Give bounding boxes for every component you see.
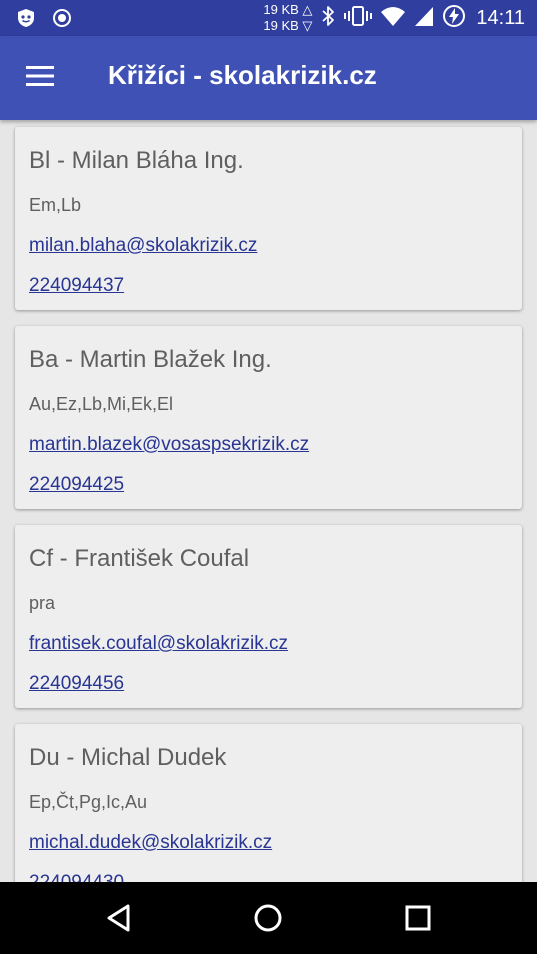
contact-card: Du - Michal Dudek Ep,Čt,Pg,Ic,Au michal.…: [15, 724, 522, 882]
contact-email-link[interactable]: martin.blazek@vosaspsekrizik.cz: [29, 434, 309, 456]
contact-card: Cf - František Coufal pra frantisek.couf…: [15, 525, 522, 708]
contact-name: Du - Michal Dudek: [29, 744, 227, 771]
contact-roles: Au,Ez,Lb,Mi,Ek,El: [29, 394, 174, 414]
contact-email-link[interactable]: michal.dudek@skolakrizik.cz: [29, 832, 272, 854]
contact-name: Ba - Martin Blažek Ing.: [29, 346, 272, 373]
contact-roles: pra: [29, 593, 56, 613]
shield-icon: [16, 8, 36, 33]
contact-name: Cf - František Coufal: [29, 545, 250, 572]
wifi-icon: [380, 5, 406, 32]
app-title: Křižíci - skolakrizik.cz: [108, 60, 377, 90]
app-bar: Křižíci - skolakrizik.cz: [0, 36, 537, 120]
contact-card: Ba - Martin Blažek Ing. Au,Ez,Lb,Mi,Ek,E…: [15, 326, 522, 509]
contact-card: Bl - Milan Bláha Ing. Em,Lb milan.blaha@…: [15, 127, 522, 310]
network-speed: 19 KB △ 19 KB ▽: [263, 2, 312, 34]
clock-time: 14:11: [476, 6, 525, 29]
bluetooth-icon: [320, 5, 336, 32]
contact-roles: Ep,Čt,Pg,Ic,Au: [29, 792, 148, 812]
contact-email-link[interactable]: frantisek.coufal@skolakrizik.cz: [29, 633, 288, 655]
contact-phone-link[interactable]: 224094437: [29, 275, 124, 297]
navigation-bar: [0, 882, 537, 954]
status-bar: 19 KB △ 19 KB ▽ 14:11: [0, 0, 537, 36]
contact-list[interactable]: Bl - Milan Bláha Ing. Em,Lb milan.blaha@…: [0, 120, 537, 882]
net-up-label: 19 KB △: [263, 2, 313, 17]
contact-roles: Em,Lb: [29, 195, 82, 215]
net-down-label: 19 KB ▽: [263, 18, 313, 33]
contact-email-link[interactable]: milan.blaha@skolakrizik.cz: [29, 235, 257, 257]
home-icon[interactable]: [252, 902, 284, 934]
signal-icon: [414, 5, 434, 32]
vibrate-icon: [344, 5, 373, 32]
record-icon: [52, 8, 72, 33]
contact-phone-link[interactable]: 224094456: [29, 673, 124, 695]
contact-name: Bl - Milan Bláha Ing.: [29, 147, 244, 174]
battery-charging-icon: [442, 4, 466, 33]
recents-icon[interactable]: [402, 902, 434, 934]
contact-phone-link[interactable]: 224094425: [29, 474, 124, 496]
back-icon[interactable]: [104, 902, 136, 934]
contact-phone-link[interactable]: 224094430: [29, 872, 124, 882]
hamburger-menu-icon[interactable]: [24, 64, 60, 92]
